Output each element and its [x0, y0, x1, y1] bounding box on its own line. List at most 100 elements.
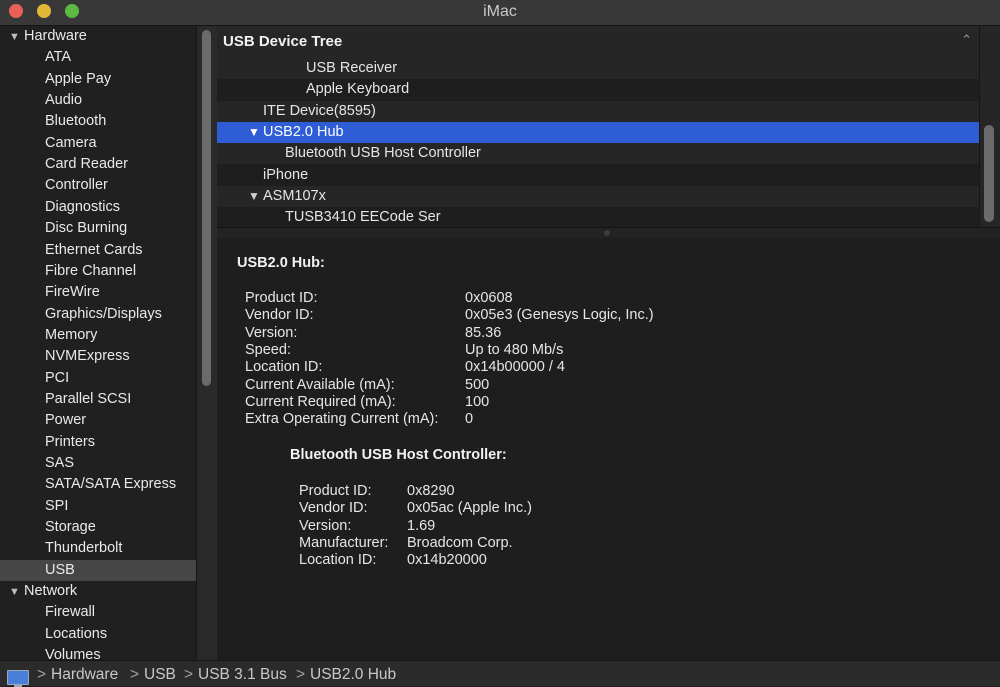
sidebar-item-label: SATA/SATA Express [45, 476, 177, 493]
tree-row[interactable]: Bluetooth USB Host Controller [217, 143, 979, 165]
title-bar: iMac [0, 0, 1000, 26]
tree-row[interactable]: USB Receiver [217, 58, 979, 79]
sidebar-section-label: Network [24, 583, 78, 600]
chevron-right-icon: > [296, 666, 306, 683]
property-key: Vendor ID: [245, 307, 314, 324]
property-key: Product ID: [299, 483, 372, 499]
sidebar-item-label: Storage [45, 519, 96, 536]
sidebar-item-camera[interactable]: Camera [0, 133, 196, 154]
sidebar-item-label: SPI [45, 497, 69, 514]
property-value: 85.36 [465, 324, 502, 341]
tree-row[interactable]: Apple Keyboard [217, 79, 979, 100]
property-key: Speed: [245, 341, 291, 358]
tree-row-label: USB2.0 Hub [263, 123, 344, 140]
sidebar-item-sata-sata-express[interactable]: SATA/SATA Express [0, 474, 196, 495]
sidebar-item-locations[interactable]: Locations [0, 624, 196, 645]
sidebar-item-label: Audio [45, 92, 83, 109]
tree-row[interactable]: TUSB3410 EECode Ser [217, 207, 979, 227]
property-value: 1.69 [407, 517, 436, 534]
tree-row[interactable]: ▼ USB2.0 Hub [217, 121, 979, 143]
sidebar-item-controller[interactable]: Controller [0, 175, 196, 196]
usb-device-tree: USB Receiver Apple Keyboard ITE Device(859… [217, 58, 979, 227]
window-title: iMac [483, 3, 517, 20]
sidebar-item-label: Volumes [45, 647, 101, 660]
tree-row-label: ITE Device(8595) [263, 102, 376, 119]
sidebar-item-label: Fibre Channel [45, 262, 137, 279]
disclosure-triangle-icon[interactable]: ▼ [248, 122, 260, 143]
sidebar-item-label: Diagnostics [45, 198, 120, 215]
sidebar-item-label: Apple Pay [45, 70, 112, 87]
property-value: 0x14b00000 / 4 [465, 359, 565, 376]
property-value: Broadcom Corp. [407, 534, 513, 551]
sidebar-item-label: Controller [45, 177, 108, 194]
sidebar-item-storage[interactable]: Storage [0, 517, 196, 538]
sidebar-item-diagnostics[interactable]: Diagnostics [0, 197, 196, 218]
sidebar-scrollbar-thumb[interactable] [202, 30, 211, 386]
path-crumb-usb[interactable]: USB [144, 666, 176, 684]
sidebar-item-label: FireWire [45, 284, 100, 301]
sidebar-item-graphics-displays[interactable]: Graphics/Displays [0, 304, 196, 325]
sidebar-section-network[interactable]: ▼ Network [0, 581, 196, 602]
sidebar-item-firewire[interactable]: FireWire [0, 282, 196, 303]
property-key: Vendor ID: [299, 500, 368, 517]
path-crumb-usb2-0-hub[interactable]: USB2.0 Hub [310, 666, 396, 684]
sidebar-item-label: Power [45, 412, 87, 429]
sidebar-item-ata[interactable]: ATA [0, 47, 196, 68]
property-key: Extra Operating Current (mA): [245, 411, 439, 428]
sidebar-item-printers[interactable]: Printers [0, 432, 196, 453]
property-value: 100 [465, 393, 490, 410]
sidebar-item-memory[interactable]: Memory [0, 325, 196, 346]
sidebar-item-label: Firewall [45, 604, 95, 621]
property-key: Location ID: [299, 552, 377, 569]
sidebar-item-sas[interactable]: SAS [0, 453, 196, 474]
sidebar-item-audio[interactable]: Audio [0, 90, 196, 111]
tree-row-label: Bluetooth USB Host Controller [285, 145, 481, 162]
tree-scrollbar-thumb[interactable] [984, 125, 994, 222]
tree-row[interactable]: iPhone [217, 165, 979, 186]
property-value: 0x05e3 (Genesys Logic, Inc.) [465, 307, 654, 324]
tree-row[interactable]: ▼ ASM107x [217, 185, 979, 207]
tree-row-label: Apple Keyboard [306, 81, 410, 98]
sidebar-item-volumes[interactable]: Volumes [0, 645, 196, 660]
path-crumb-usb-3-1-bus[interactable]: USB 3.1 Bus [198, 666, 287, 684]
property-key: Current Required (mA): [245, 393, 396, 410]
sidebar-item-card-reader[interactable]: Card Reader [0, 154, 196, 175]
sidebar-item-ethernet-cards[interactable]: Ethernet Cards [0, 240, 196, 261]
imac-icon [7, 670, 29, 687]
sidebar-item-power[interactable]: Power [0, 410, 196, 431]
tree-column-header[interactable]: USB Device Tree ⌃ [217, 26, 982, 59]
sidebar-item-bluetooth[interactable]: Bluetooth [0, 111, 196, 132]
sidebar-item-parallel-scsi[interactable]: Parallel SCSI [0, 389, 196, 410]
tree-row[interactable]: ITE Device(8595) [217, 100, 979, 122]
property-value: 0x8290 [407, 483, 455, 499]
sidebar-section-hardware[interactable]: ▼ Hardware [0, 26, 196, 47]
property-value: 0x05ac (Apple Inc.) [407, 500, 532, 517]
sidebar-item-usb[interactable]: USB [0, 559, 196, 581]
sidebar-section-label: Hardware [24, 28, 87, 44]
disclosure-triangle-icon[interactable]: ▼ [248, 186, 260, 207]
sidebar-item-apple-pay[interactable]: Apple Pay [0, 69, 196, 90]
sidebar-item-label: Parallel SCSI [45, 390, 132, 407]
sidebar-item-thunderbolt[interactable]: Thunderbolt [0, 538, 196, 559]
sidebar-item-spi[interactable]: SPI [0, 496, 196, 517]
sidebar-item-pci[interactable]: PCI [0, 368, 196, 389]
sidebar-item-label: Ethernet Cards [45, 241, 143, 258]
sidebar-item-label: Graphics/Displays [45, 305, 162, 322]
tree-row-label: ASM107x [263, 187, 326, 204]
chevron-up-icon[interactable]: ⌃ [961, 32, 972, 48]
sidebar-item-disc-burning[interactable]: Disc Burning [0, 218, 196, 239]
sidebar-item-label: Camera [45, 134, 97, 151]
path-crumb-hardware[interactable]: Hardware [51, 666, 118, 684]
property-key: Version: [245, 324, 298, 341]
property-key: Manufacturer: [299, 534, 389, 551]
sidebar-item-fibre-channel[interactable]: Fibre Channel [0, 261, 196, 282]
detail-title: USB2.0 Hub: [237, 255, 325, 271]
splitter-handle-icon[interactable] [604, 230, 610, 236]
sidebar-item-nvmexpress[interactable]: NVMExpress [0, 346, 196, 367]
sidebar-item-label: Printers [45, 433, 95, 450]
sidebar-item-firewall[interactable]: Firewall [0, 602, 196, 623]
disclosure-triangle-icon[interactable]: ▼ [9, 27, 20, 48]
disclosure-triangle-icon[interactable]: ▼ [9, 582, 20, 603]
property-key: Version: [299, 517, 352, 534]
chevron-right-icon: > [130, 666, 140, 683]
